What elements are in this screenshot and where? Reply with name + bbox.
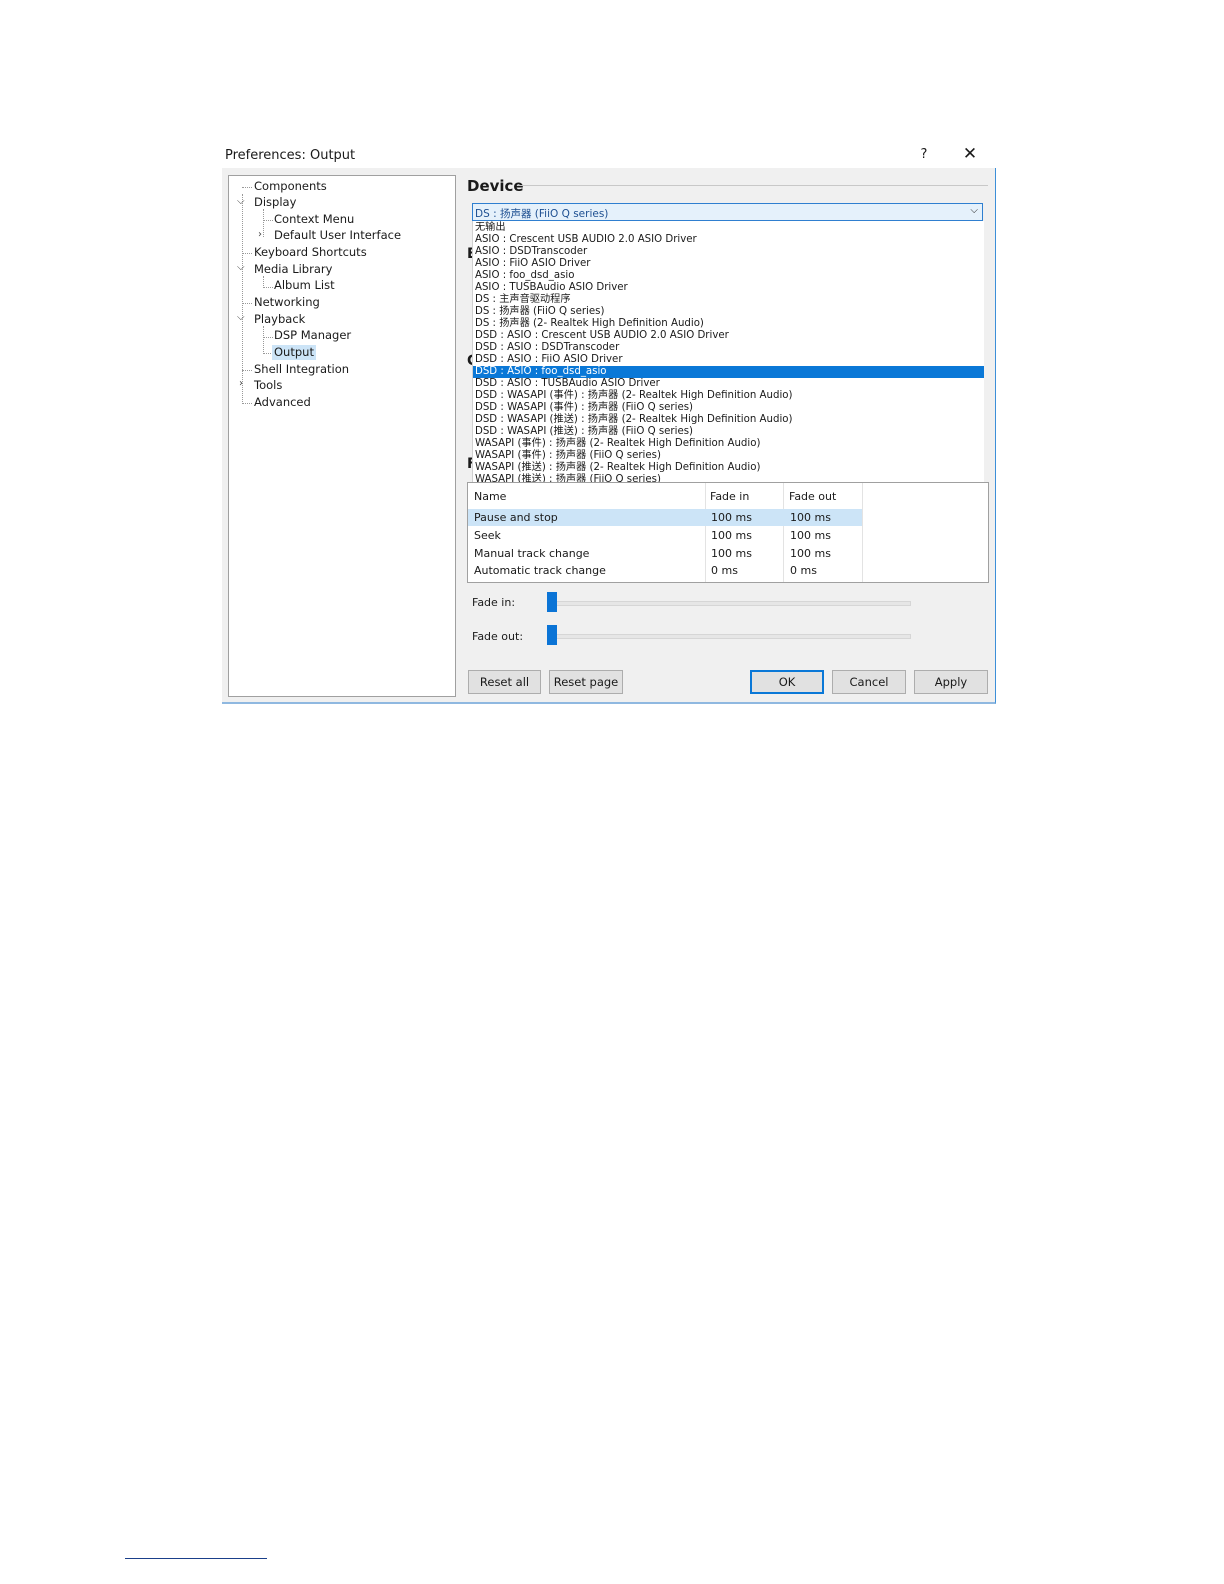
device-option[interactable]: DSD : ASIO : FiiO ASIO Driver bbox=[473, 354, 984, 366]
fade-in-label: Fade in: bbox=[472, 596, 516, 609]
row-fade-out: 100 ms bbox=[790, 511, 831, 524]
chevron-down-icon[interactable]: ⌵ bbox=[970, 205, 978, 216]
device-option[interactable]: ASIO : FiiO ASIO Driver bbox=[473, 258, 984, 270]
tree-item-dsp-manager[interactable]: DSP Manager bbox=[274, 328, 351, 343]
fade-out-slider[interactable] bbox=[547, 634, 911, 639]
window-title: Preferences: Output bbox=[225, 148, 356, 163]
row-name: Seek bbox=[474, 529, 501, 542]
tree-item-output[interactable]: Output bbox=[272, 345, 316, 360]
table-row[interactable]: Seek 100 ms 100 ms bbox=[468, 527, 862, 544]
device-option[interactable]: ASIO : TUSBAudio ASIO Driver bbox=[473, 282, 984, 294]
tree-item-tools[interactable]: Tools bbox=[254, 378, 282, 393]
row-name: Automatic track change bbox=[474, 564, 606, 577]
device-option[interactable]: DSD : WASAPI (事件) : 扬声器 (FiiO Q series) bbox=[473, 402, 984, 414]
device-option[interactable]: 无输出 bbox=[473, 222, 984, 234]
expand-tools-icon[interactable]: › bbox=[239, 378, 243, 389]
device-option[interactable]: DSD : ASIO : Crescent USB AUDIO 2.0 ASIO… bbox=[473, 330, 984, 342]
device-option-highlighted[interactable]: DSD : ASIO : foo_dsd_asio bbox=[473, 366, 984, 378]
device-option[interactable]: DS : 扬声器 (2- Realtek High Definition Aud… bbox=[473, 318, 984, 330]
device-option[interactable]: DS : 扬声器 (FiiO Q series) bbox=[473, 306, 984, 318]
title-bar: Preferences: Output ? ✕ bbox=[222, 142, 996, 168]
device-option[interactable]: DSD : WASAPI (事件) : 扬声器 (2- Realtek High… bbox=[473, 390, 984, 402]
device-option[interactable]: DSD : WASAPI (推送) : 扬声器 (FiiO Q series) bbox=[473, 426, 984, 438]
tree-item-default-user-interface[interactable]: Default User Interface bbox=[274, 228, 401, 243]
tree-item-playback[interactable]: Playback bbox=[254, 312, 305, 327]
table-row[interactable]: Manual track change 100 ms 100 ms bbox=[468, 545, 862, 562]
reset-page-button[interactable]: Reset page bbox=[549, 670, 623, 694]
tree-item-context-menu[interactable]: Context Menu bbox=[274, 212, 354, 227]
device-option[interactable]: ASIO : DSDTranscoder bbox=[473, 246, 984, 258]
fade-out-label: Fade out: bbox=[472, 630, 524, 643]
row-fade-out: 100 ms bbox=[790, 529, 831, 542]
column-header-fade-out[interactable]: Fade out bbox=[789, 490, 836, 503]
row-fade-in: 0 ms bbox=[711, 564, 738, 577]
preferences-tree[interactable]: ⌵ › ⌵ ⌵ › Components Display Context Men… bbox=[228, 175, 456, 697]
device-option[interactable]: WASAPI (事件) : 扬声器 (2- Realtek High Defin… bbox=[473, 438, 984, 450]
device-group-title: Device bbox=[467, 177, 524, 195]
group-divider bbox=[518, 185, 988, 186]
fade-out-slider-thumb[interactable] bbox=[547, 625, 557, 645]
footnote-rule bbox=[125, 1558, 267, 1559]
collapse-media-library-icon[interactable]: ⌵ bbox=[237, 262, 245, 273]
expand-default-ui-icon[interactable]: › bbox=[258, 229, 262, 240]
column-header-name[interactable]: Name bbox=[474, 490, 506, 503]
tree-item-networking[interactable]: Networking bbox=[254, 295, 320, 310]
tree-item-advanced[interactable]: Advanced bbox=[254, 395, 311, 410]
device-dropdown-list[interactable]: 无输出 ASIO : Crescent USB AUDIO 2.0 ASIO D… bbox=[472, 221, 984, 482]
tree-item-media-library[interactable]: Media Library bbox=[254, 262, 332, 277]
row-fade-out: 0 ms bbox=[790, 564, 817, 577]
device-select[interactable]: DS : 扬声器 (FiiO Q series) ⌵ bbox=[472, 203, 983, 221]
collapse-display-icon[interactable]: ⌵ bbox=[237, 196, 245, 207]
tree-item-shell-integration[interactable]: Shell Integration bbox=[254, 362, 349, 377]
apply-button[interactable]: Apply bbox=[914, 670, 988, 694]
row-fade-in: 100 ms bbox=[711, 547, 752, 560]
ok-button[interactable]: OK bbox=[750, 670, 824, 694]
column-header-fade-in[interactable]: Fade in bbox=[710, 490, 749, 503]
tree-item-components[interactable]: Components bbox=[254, 179, 327, 194]
device-option[interactable]: DSD : ASIO : DSDTranscoder bbox=[473, 342, 984, 354]
close-button[interactable]: ✕ bbox=[960, 144, 980, 164]
preferences-dialog: Preferences: Output ? ✕ ⌵ › ⌵ ⌵ › Compon… bbox=[222, 142, 996, 704]
row-name: Manual track change bbox=[474, 547, 590, 560]
tree-item-display[interactable]: Display bbox=[254, 195, 296, 210]
device-option[interactable]: DSD : WASAPI (推送) : 扬声器 (2- Realtek High… bbox=[473, 414, 984, 426]
table-row[interactable]: Automatic track change 0 ms 0 ms bbox=[468, 562, 862, 579]
reset-all-button[interactable]: Reset all bbox=[468, 670, 541, 694]
cancel-button[interactable]: Cancel bbox=[832, 670, 906, 694]
fade-in-slider-thumb[interactable] bbox=[547, 592, 557, 612]
device-select-value: DS : 扬声器 (FiiO Q series) bbox=[475, 208, 609, 220]
row-fade-in: 100 ms bbox=[711, 511, 752, 524]
fade-in-slider[interactable] bbox=[547, 601, 911, 606]
device-option[interactable]: WASAPI (事件) : 扬声器 (FiiO Q series) bbox=[473, 450, 984, 462]
device-option[interactable]: ASIO : foo_dsd_asio bbox=[473, 270, 984, 282]
device-option[interactable]: DSD : ASIO : TUSBAudio ASIO Driver bbox=[473, 378, 984, 390]
device-option[interactable]: WASAPI (推送) : 扬声器 (FiiO Q series) bbox=[473, 474, 984, 482]
row-fade-out: 100 ms bbox=[790, 547, 831, 560]
fading-table[interactable]: Name Fade in Fade out Pause and stop 100… bbox=[467, 482, 989, 583]
row-fade-in: 100 ms bbox=[711, 529, 752, 542]
tree-item-album-list[interactable]: Album List bbox=[274, 278, 335, 293]
collapse-playback-icon[interactable]: ⌵ bbox=[237, 312, 245, 323]
tree-item-keyboard-shortcuts[interactable]: Keyboard Shortcuts bbox=[254, 245, 367, 260]
device-option[interactable]: ASIO : Crescent USB AUDIO 2.0 ASIO Drive… bbox=[473, 234, 984, 246]
device-option[interactable]: DS : 主声音驱动程序 bbox=[473, 294, 984, 306]
help-button[interactable]: ? bbox=[916, 147, 932, 162]
device-option[interactable]: WASAPI (推送) : 扬声器 (2- Realtek High Defin… bbox=[473, 462, 984, 474]
table-row[interactable]: Pause and stop 100 ms 100 ms bbox=[468, 509, 862, 526]
row-name: Pause and stop bbox=[474, 511, 558, 524]
